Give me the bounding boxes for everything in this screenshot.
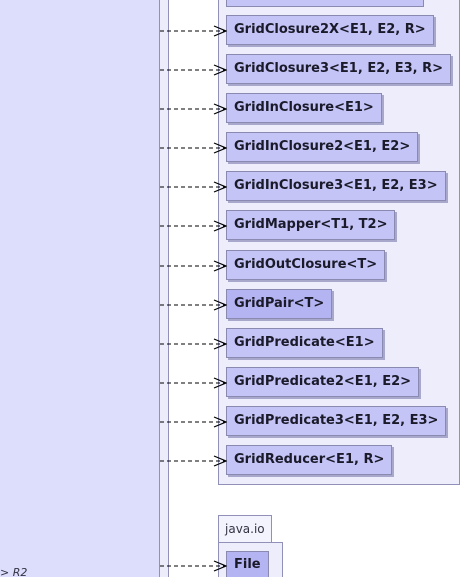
class-box[interactable]: GridPredicate2<E1, E2> bbox=[226, 367, 420, 397]
class-box[interactable]: GridInClosure2<E1, E2> bbox=[226, 132, 419, 162]
class-box[interactable]: GridClosure3<E1, E2, E3, R> bbox=[226, 54, 452, 84]
package-tab-java-io: java.io bbox=[218, 515, 272, 543]
class-box[interactable]: GridMapper<T1, T2> bbox=[226, 210, 396, 240]
left-class-panel bbox=[0, 0, 160, 577]
class-box-file[interactable]: File bbox=[226, 551, 269, 577]
diagram-canvas: > R2 GridClosure2X<E1, E2, R> GridClosur… bbox=[0, 0, 460, 577]
class-box[interactable]: GridOutClosure<T> bbox=[226, 250, 386, 280]
class-box[interactable]: GridPredicate3<E1, E2, E3> bbox=[226, 406, 447, 436]
class-box[interactable]: GridPredicate<E1> bbox=[226, 328, 383, 358]
class-box[interactable]: GridPair<T> bbox=[226, 289, 333, 319]
left-cut-label: > R2 bbox=[0, 566, 28, 577]
class-box[interactable]: GridInClosure3<E1, E2, E3> bbox=[226, 171, 446, 201]
class-box-cut-top[interactable] bbox=[226, 0, 424, 7]
left-class-panel-edge bbox=[160, 0, 169, 577]
class-box[interactable]: GridClosure2X<E1, E2, R> bbox=[226, 15, 434, 45]
class-box[interactable]: GridReducer<E1, R> bbox=[226, 445, 393, 475]
class-box[interactable]: GridInClosure<E1> bbox=[226, 93, 382, 123]
